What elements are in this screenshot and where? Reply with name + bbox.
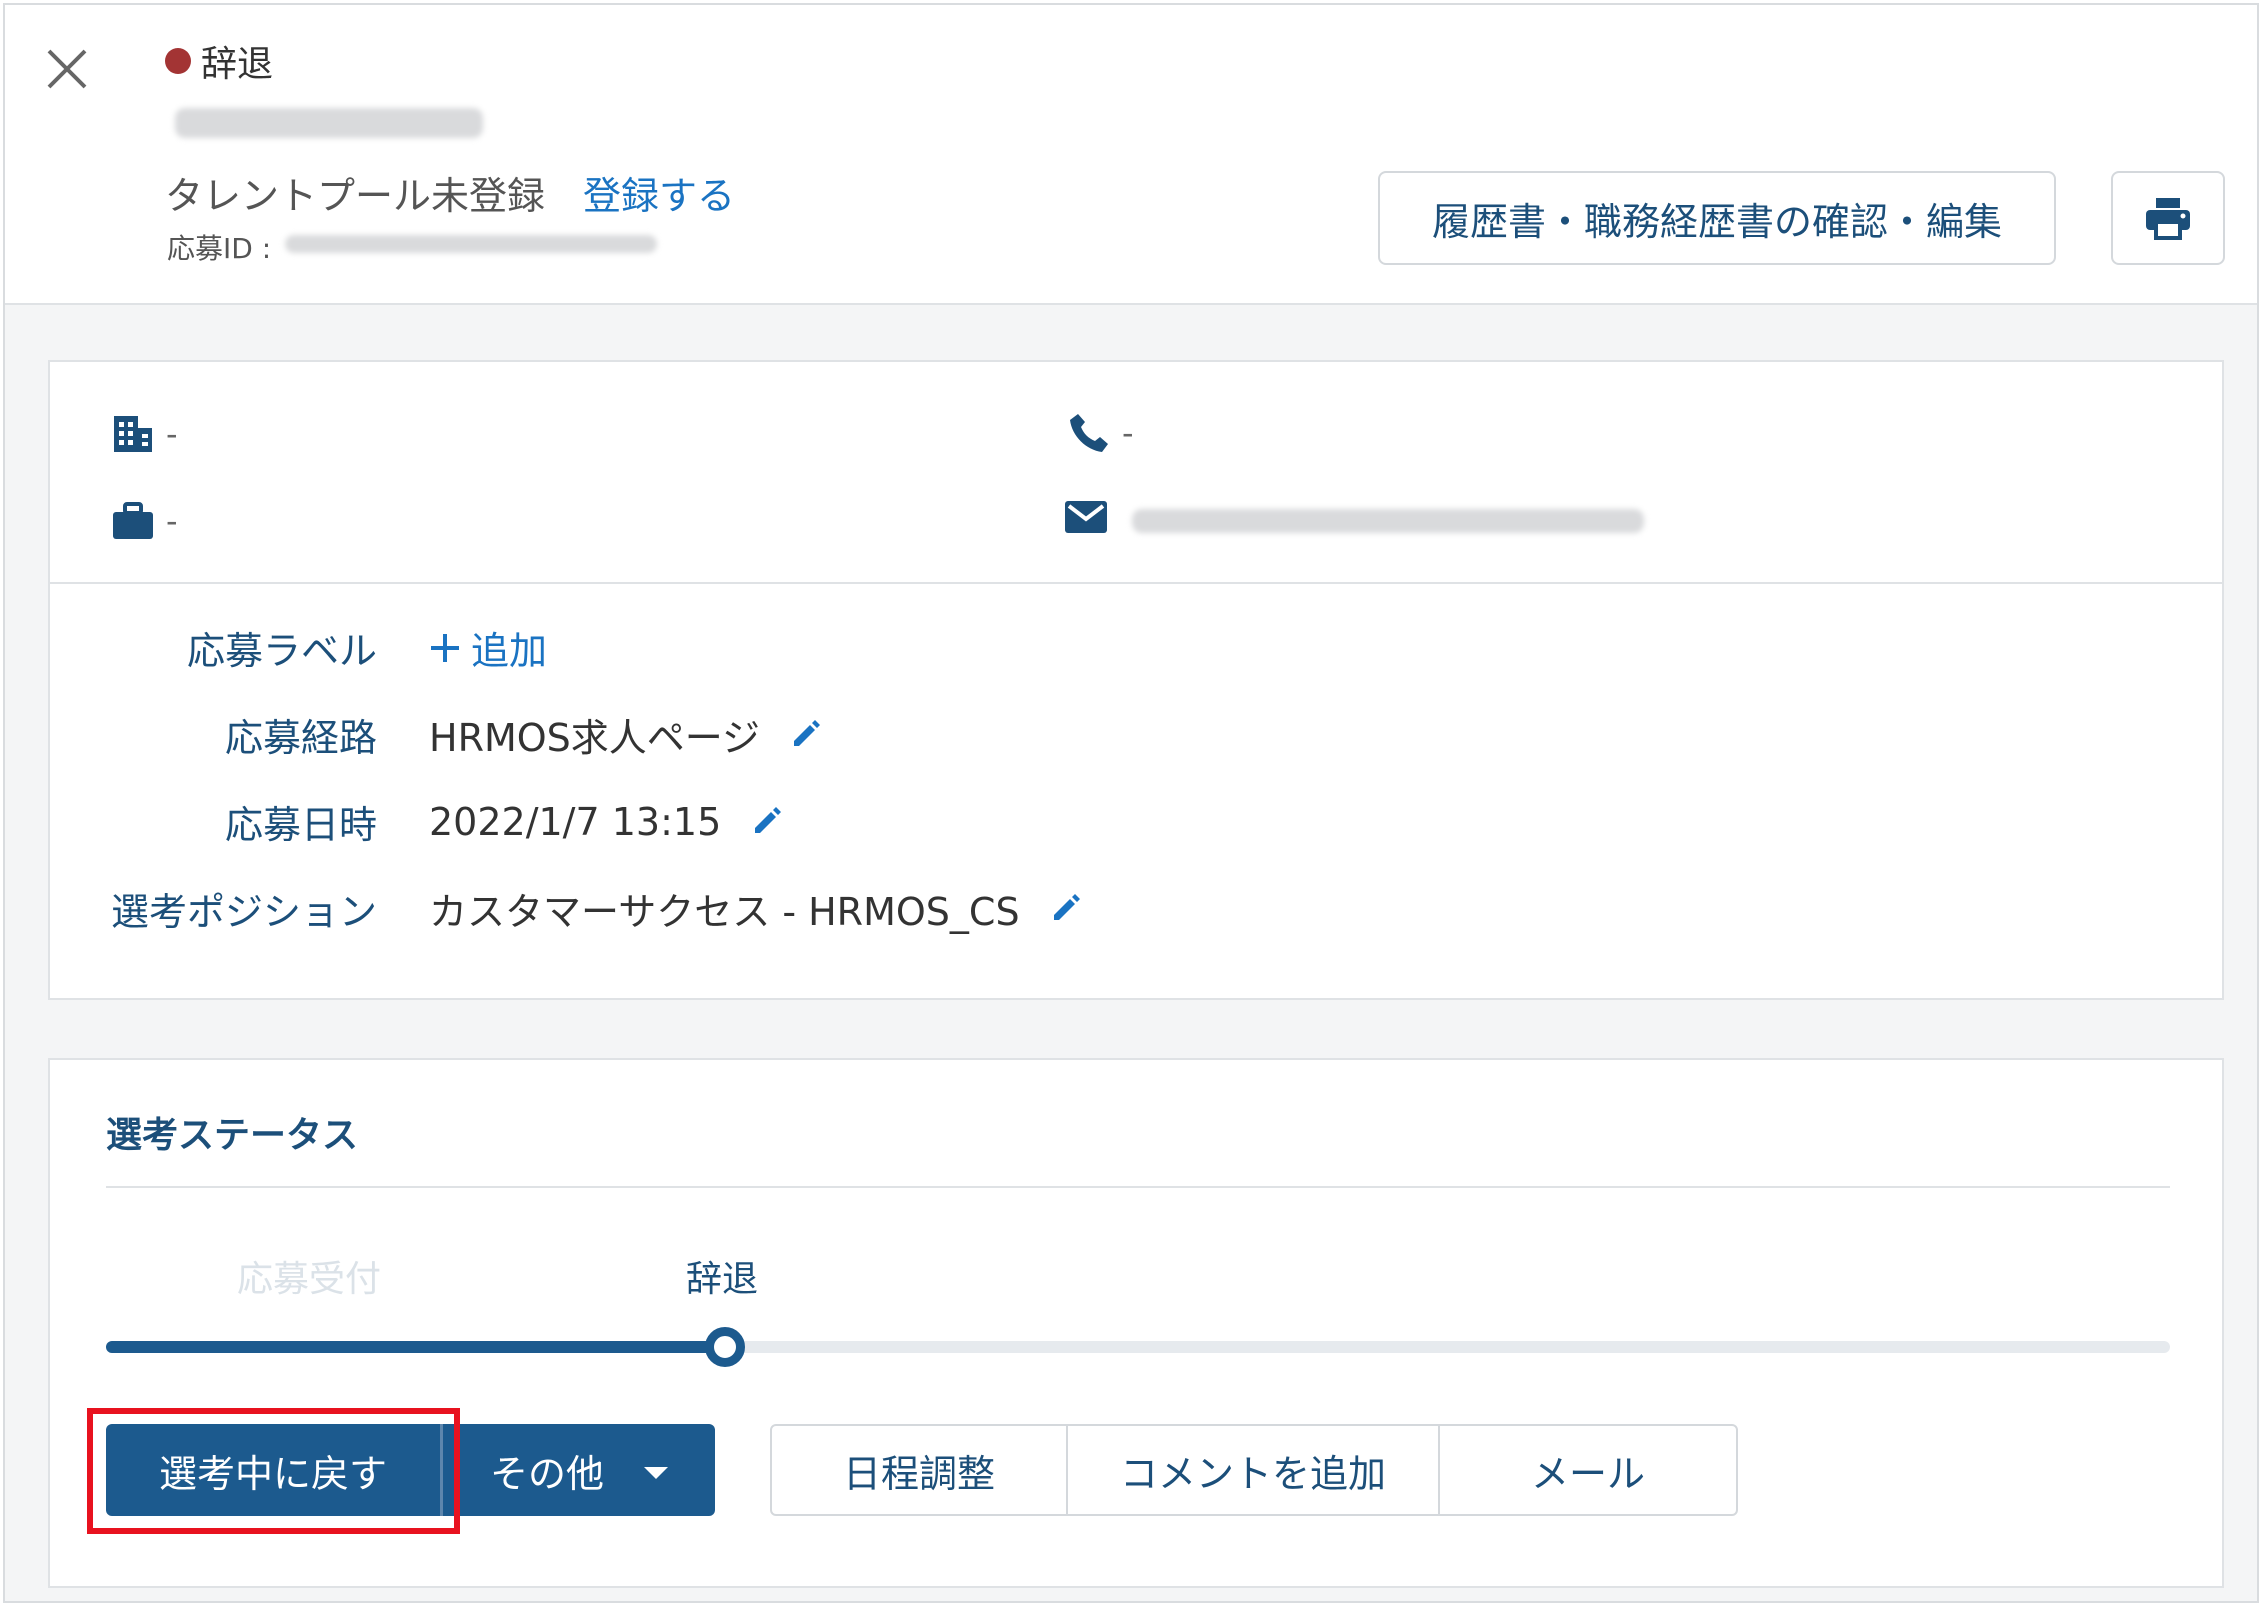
status-label: 辞退 (201, 44, 274, 85)
caret-down-icon (644, 1467, 668, 1479)
application-id-label: 応募ID : (167, 232, 272, 265)
status-dot-icon (165, 48, 191, 74)
step-application-received: 応募受付 (237, 1259, 382, 1300)
schedule-button[interactable]: 日程調整 (772, 1426, 1068, 1514)
email-item (1064, 500, 1108, 534)
plus-icon (431, 633, 459, 662)
action-button-group: 日程調整 コメントを追加 メール (770, 1424, 1738, 1516)
progress-fill (106, 1341, 725, 1353)
company-value: - (166, 415, 178, 453)
phone-icon (1070, 414, 1108, 452)
other-actions-dropdown[interactable]: その他 (443, 1424, 715, 1516)
add-comment-button[interactable]: コメントを追加 (1068, 1426, 1440, 1514)
job-value: - (166, 502, 178, 540)
company-item: - (112, 414, 178, 454)
talent-pool-status: タレントプール未登録 (165, 174, 546, 218)
candidate-header: 辞退 タレントプール未登録 登録する 応募ID : 履歴書・職務経歴書の確認・編… (5, 5, 2257, 305)
candidate-status: 辞退 (165, 35, 273, 87)
return-to-selection-button[interactable]: 選考中に戻す (106, 1424, 440, 1516)
edit-date-pencil-icon[interactable] (751, 804, 783, 840)
print-button[interactable] (2111, 171, 2225, 265)
divider (106, 1186, 2170, 1188)
mail-button[interactable]: メール (1440, 1426, 1736, 1514)
candidate-info-card: - - - 応募ラベル 追加 応募経路 HRMOS求人ページ 応募日時 2022… (48, 360, 2224, 1000)
close-icon[interactable] (43, 45, 91, 93)
other-actions-label: その他 (489, 1451, 604, 1496)
mail-icon (1065, 501, 1107, 533)
candidate-panel: 辞退 タレントプール未登録 登録する 応募ID : 履歴書・職務経歴書の確認・編… (3, 3, 2259, 1603)
selection-position-row: 選考ポジション カスタマーサクセス - HRMOS_CS (50, 881, 1082, 936)
add-label-text: 追加 (471, 629, 548, 673)
add-label-button[interactable]: 追加 (429, 620, 547, 675)
email-redacted (1132, 509, 1644, 533)
application-route-value: HRMOS求人ページ (429, 716, 761, 760)
application-date-title: 応募日時 (224, 803, 377, 847)
selection-position-title: 選考ポジション (110, 890, 377, 934)
application-label-row: 応募ラベル 追加 (50, 620, 547, 675)
application-id-row: 応募ID : (167, 227, 271, 267)
application-route-row: 応募経路 HRMOS求人ページ (50, 707, 822, 762)
application-date-row: 応募日時 2022/1/7 13:15 (50, 794, 783, 849)
selection-status-card: 選考ステータス 応募受付 辞退 選考中に戻す その他 日程調整 コメントを追加 … (48, 1058, 2224, 1588)
contact-section: - - - (50, 362, 2222, 584)
progress-knob (705, 1327, 745, 1367)
application-label-title: 応募ラベル (186, 629, 377, 673)
printer-icon (2146, 198, 2190, 240)
application-route-title: 応募経路 (224, 716, 377, 760)
application-date-value: 2022/1/7 13:15 (429, 799, 722, 844)
resume-review-button[interactable]: 履歴書・職務経歴書の確認・編集 (1378, 171, 2056, 265)
building-icon (114, 416, 152, 452)
register-talent-pool-link[interactable]: 登録する (583, 165, 735, 220)
application-id-redacted (285, 235, 657, 253)
edit-position-pencil-icon[interactable] (1050, 891, 1082, 927)
phone-item: - (1068, 412, 1134, 454)
step-declined: 辞退 (686, 1259, 759, 1300)
talent-pool-row: タレントプール未登録 登録する (165, 165, 735, 220)
briefcase-icon (113, 502, 153, 539)
edit-route-pencil-icon[interactable] (790, 717, 822, 753)
job-item: - (112, 502, 178, 540)
selection-position-value: カスタマーサクセス - HRMOS_CS (429, 890, 1020, 934)
phone-value: - (1122, 414, 1134, 452)
candidate-name-redacted (175, 108, 483, 138)
selection-status-title: 選考ステータス (106, 1115, 359, 1156)
